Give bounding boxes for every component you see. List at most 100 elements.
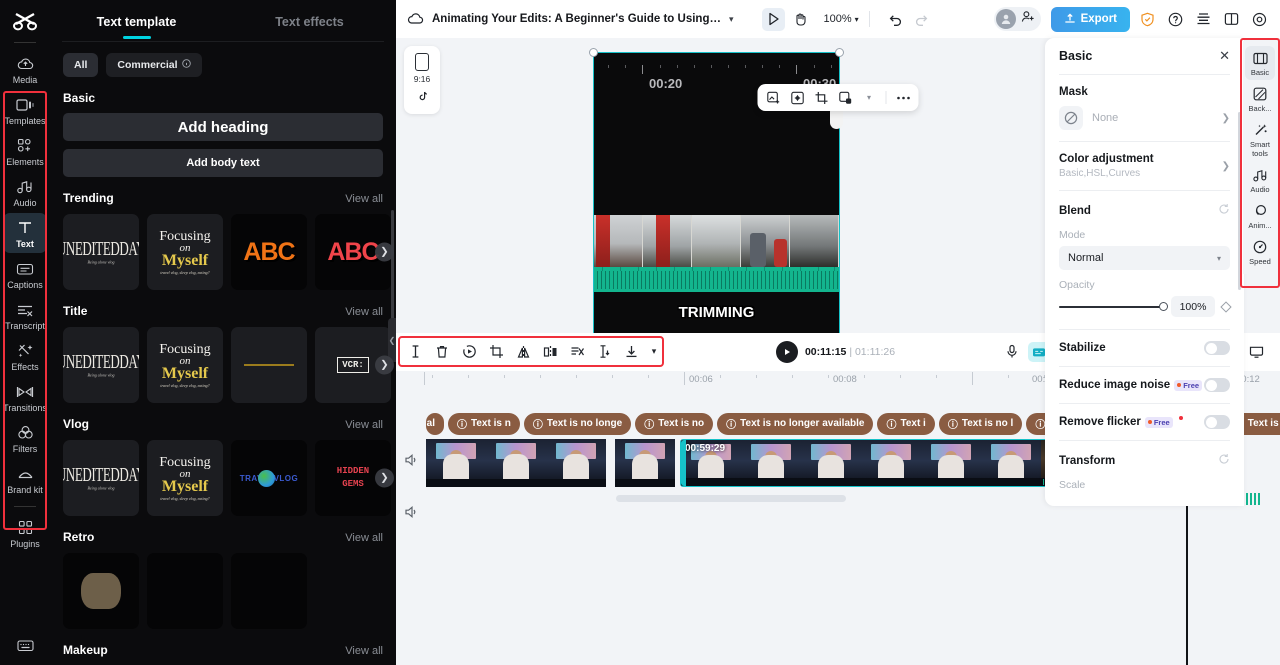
text-clip[interactable]: ⓘ Text is no longe [523, 412, 632, 435]
trim-handle-left[interactable] [681, 439, 686, 486]
cut-scissors-icon[interactable] [566, 341, 588, 363]
view-all-link[interactable]: View all [345, 419, 383, 431]
template-tile[interactable]: Focusing on Myself travel vlog, sleep vl… [147, 214, 223, 290]
template-tile[interactable]: TRAVELVLOG [231, 440, 307, 516]
opacity-value[interactable]: 100% [1171, 296, 1215, 317]
template-tile[interactable] [231, 327, 307, 403]
settings-gear-icon[interactable] [1249, 9, 1270, 30]
flip-icon[interactable] [539, 341, 561, 363]
speaker-icon[interactable] [402, 503, 420, 521]
stack-layout-icon[interactable] [1193, 9, 1214, 30]
hand-tool-button[interactable] [789, 8, 812, 31]
chevron-right-icon[interactable]: ❯ [375, 355, 394, 375]
split-icon[interactable] [404, 341, 426, 363]
blend-mode-select[interactable]: Normal ▾ [1059, 246, 1230, 270]
split-panel-icon[interactable] [1221, 9, 1242, 30]
more-options-icon[interactable] [896, 90, 911, 105]
reset-icon[interactable] [1218, 202, 1230, 220]
template-tile[interactable] [147, 553, 223, 629]
panel-collapse-handle[interactable]: ❮ [388, 318, 396, 362]
collaborators-group[interactable] [993, 7, 1041, 31]
tab-animation[interactable]: Anim... [1245, 199, 1275, 233]
undo-button[interactable] [884, 8, 907, 31]
tab-text-template[interactable]: Text template [50, 7, 223, 37]
view-all-link[interactable]: View all [345, 306, 383, 318]
template-tile[interactable]: Focusing on Myself travel vlog, sleep vl… [147, 440, 223, 516]
aspect-ratio-card[interactable]: 9:16 [404, 46, 440, 114]
sidebar-item-elements[interactable]: Elements [3, 131, 47, 171]
crop-icon[interactable] [814, 90, 829, 105]
sidebar-item-audio[interactable]: Audio [3, 172, 47, 212]
view-all-link[interactable]: View all [345, 645, 383, 657]
tab-text-effects[interactable]: Text effects [223, 7, 396, 37]
speaker-icon[interactable] [402, 451, 420, 469]
template-tile[interactable]: UNEDITEDDAYBeing alone vlog [63, 214, 139, 290]
freeze-icon[interactable] [593, 341, 615, 363]
chevron-down-icon[interactable]: ▾ [643, 341, 665, 363]
view-all-link[interactable]: View all [345, 193, 383, 205]
text-clip[interactable]: ⓘ Text is no longer available [717, 412, 874, 435]
stabilize-toggle[interactable] [1204, 341, 1230, 355]
mask-selector[interactable]: None ❯ [1059, 106, 1230, 130]
template-tile[interactable]: UNEDITEDDAYBeing alone vlog [63, 440, 139, 516]
properties-scrollbar[interactable] [1238, 112, 1241, 290]
sidebar-item-filters[interactable]: Filters [3, 418, 47, 458]
add-heading-button[interactable]: Add heading [63, 113, 383, 141]
sidebar-item-transitions[interactable]: Transitions [3, 377, 47, 417]
export-button[interactable]: Export [1050, 6, 1130, 32]
video-clip[interactable] [426, 438, 612, 487]
tab-background[interactable]: Back... [1245, 82, 1275, 116]
audio-clip[interactable] [616, 494, 846, 502]
sidebar-item-brand-kit[interactable]: Brand kit [3, 459, 47, 499]
video-clip[interactable] [615, 438, 677, 487]
reverse-icon[interactable] [458, 341, 480, 363]
chevron-down-icon[interactable]: ▾ [862, 90, 877, 105]
auto-enhance-icon[interactable] [766, 90, 781, 105]
sidebar-item-transcript[interactable]: Transcript [3, 295, 47, 335]
fit-to-frame-icon[interactable] [790, 90, 805, 105]
text-clip[interactable]: ⓘ Text is n [448, 412, 520, 435]
resize-handle-top-right[interactable] [835, 48, 844, 57]
select-tool-button[interactable] [761, 7, 785, 31]
opacity-slider[interactable] [1059, 301, 1168, 311]
color-adjustment-section[interactable]: Color adjustment Basic,HSL,Curves ❯ [1045, 142, 1244, 179]
template-tile[interactable]: UNEDITEDDAYBeing alone vlog [63, 327, 139, 403]
template-tile[interactable]: ABC [231, 214, 307, 290]
sidebar-item-captions[interactable]: Captions [3, 254, 47, 294]
microphone-icon[interactable] [1001, 341, 1023, 363]
chip-commercial[interactable]: Commercial [106, 53, 202, 77]
crop-icon[interactable] [485, 341, 507, 363]
add-person-icon[interactable] [1021, 10, 1035, 28]
play-button[interactable] [775, 340, 798, 363]
reset-icon[interactable] [1218, 452, 1230, 470]
chevron-down-icon[interactable]: ▾ [729, 14, 734, 25]
template-tile[interactable] [63, 553, 139, 629]
tab-smart-tools[interactable]: Smart tools [1245, 118, 1275, 161]
view-all-link[interactable]: View all [345, 532, 383, 544]
sidebar-item-effects[interactable]: Effects [3, 336, 47, 376]
mirror-icon[interactable] [512, 341, 534, 363]
text-clip[interactable]: al [426, 412, 444, 435]
keyboard-shortcuts-button[interactable] [0, 639, 50, 657]
text-clip[interactable]: ⓘ Text i [877, 412, 935, 435]
resize-handle-top-left[interactable] [589, 48, 598, 57]
add-body-text-button[interactable]: Add body text [63, 149, 383, 177]
sidebar-item-plugins[interactable]: Plugins [3, 513, 47, 553]
chevron-right-icon[interactable]: ❯ [375, 468, 394, 488]
redo-button[interactable] [911, 8, 934, 31]
template-tile[interactable] [231, 553, 307, 629]
sidebar-item-templates[interactable]: Templates [3, 90, 47, 130]
panel-scrollbar[interactable] [391, 210, 394, 330]
replace-media-icon[interactable] [838, 90, 853, 105]
tab-audio[interactable]: Audio [1245, 163, 1275, 197]
delete-trash-icon[interactable] [431, 341, 453, 363]
sidebar-item-text[interactable]: Text [3, 213, 47, 253]
close-x-icon[interactable]: ✕ [1219, 48, 1230, 64]
chevron-right-icon[interactable]: ❯ [375, 242, 394, 262]
shield-check-icon[interactable] [1137, 9, 1158, 30]
remove-flicker-toggle[interactable] [1204, 415, 1230, 429]
capcut-logo-icon[interactable] [8, 8, 42, 38]
zoom-level-selector[interactable]: 100% ▾ [824, 13, 859, 25]
text-clip[interactable]: ⓘ Text is no l [938, 412, 1023, 435]
sidebar-item-media[interactable]: Media [3, 49, 47, 89]
